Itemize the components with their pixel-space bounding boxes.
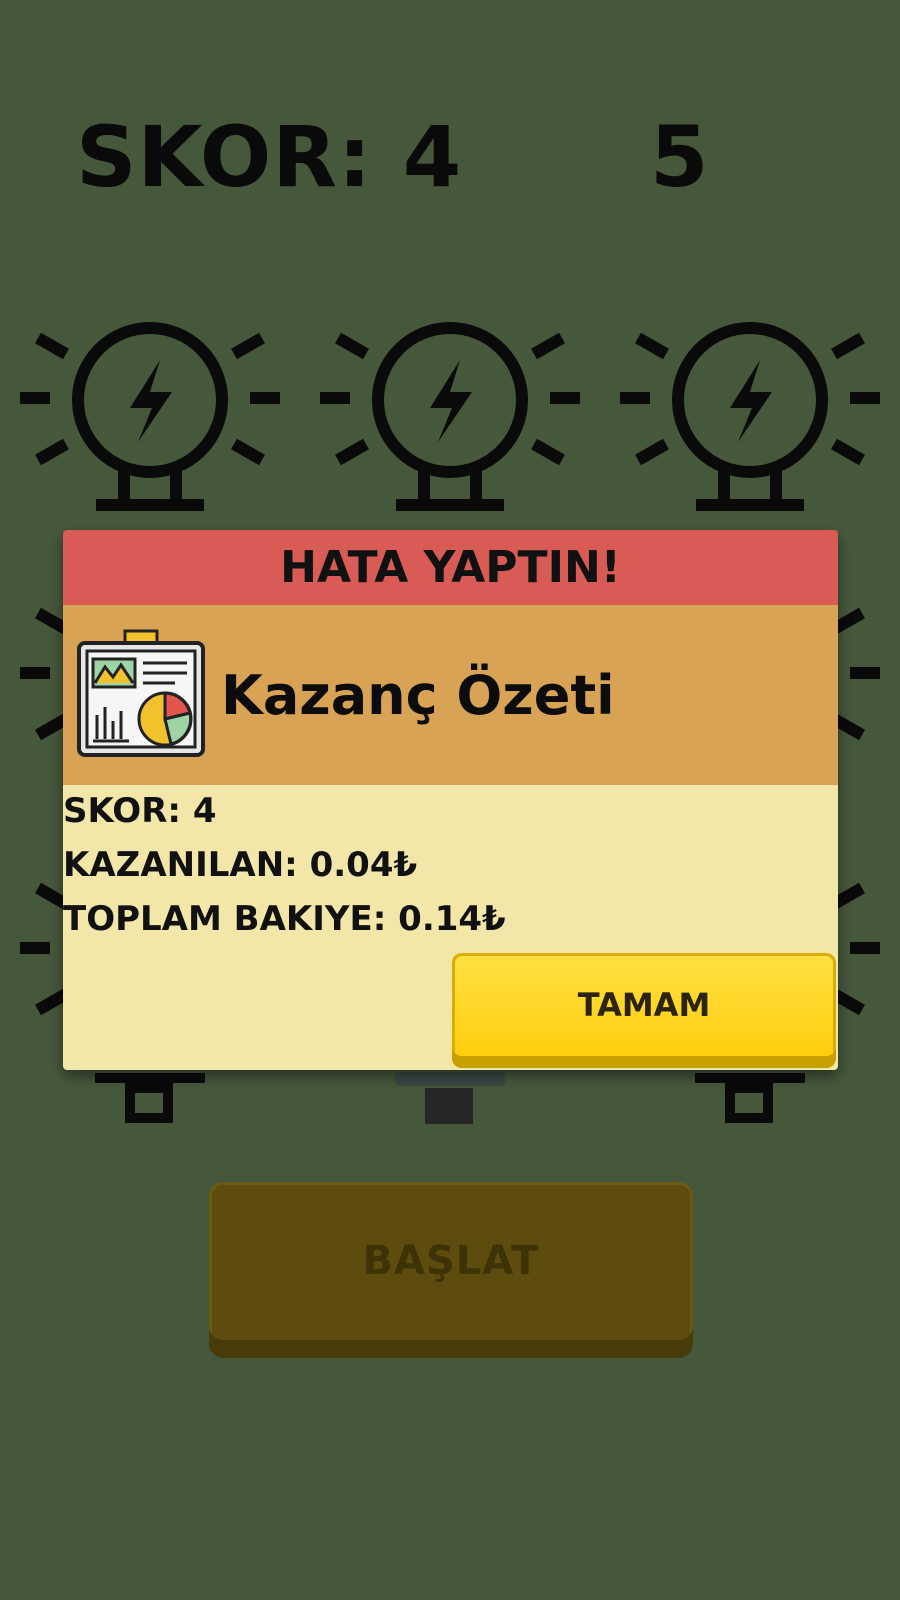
modal-body: SKOR: 4 KAZANILAN: 0.04₺ TOPLAM BAKIYE: … (63, 785, 838, 1070)
stat-total-balance: TOPLAM BAKIYE: 0.14₺ (63, 899, 506, 939)
start-button[interactable]: BAŞLAT (209, 1182, 693, 1358)
bulb-base-left (95, 1073, 205, 1123)
result-modal: HATA YAPTIN! Kazanç Özeti SKOR: 4 KAZANI… (63, 530, 838, 1070)
modal-title: HATA YAPTIN! (63, 530, 838, 605)
stat-score: SKOR: 4 (63, 791, 217, 831)
ok-button[interactable]: TAMAM (452, 953, 836, 1068)
summary-title: Kazanç Özeti (221, 663, 615, 727)
dashboard-chart-icon (77, 629, 205, 757)
bulb-base-center (395, 1072, 505, 1124)
bulb-base-right (695, 1073, 805, 1123)
modal-subheader: Kazanç Özeti (63, 605, 838, 785)
stat-earned: KAZANILAN: 0.04₺ (63, 845, 418, 885)
score-display: SKOR: 4 (76, 108, 463, 206)
level-display: 5 (650, 108, 710, 206)
